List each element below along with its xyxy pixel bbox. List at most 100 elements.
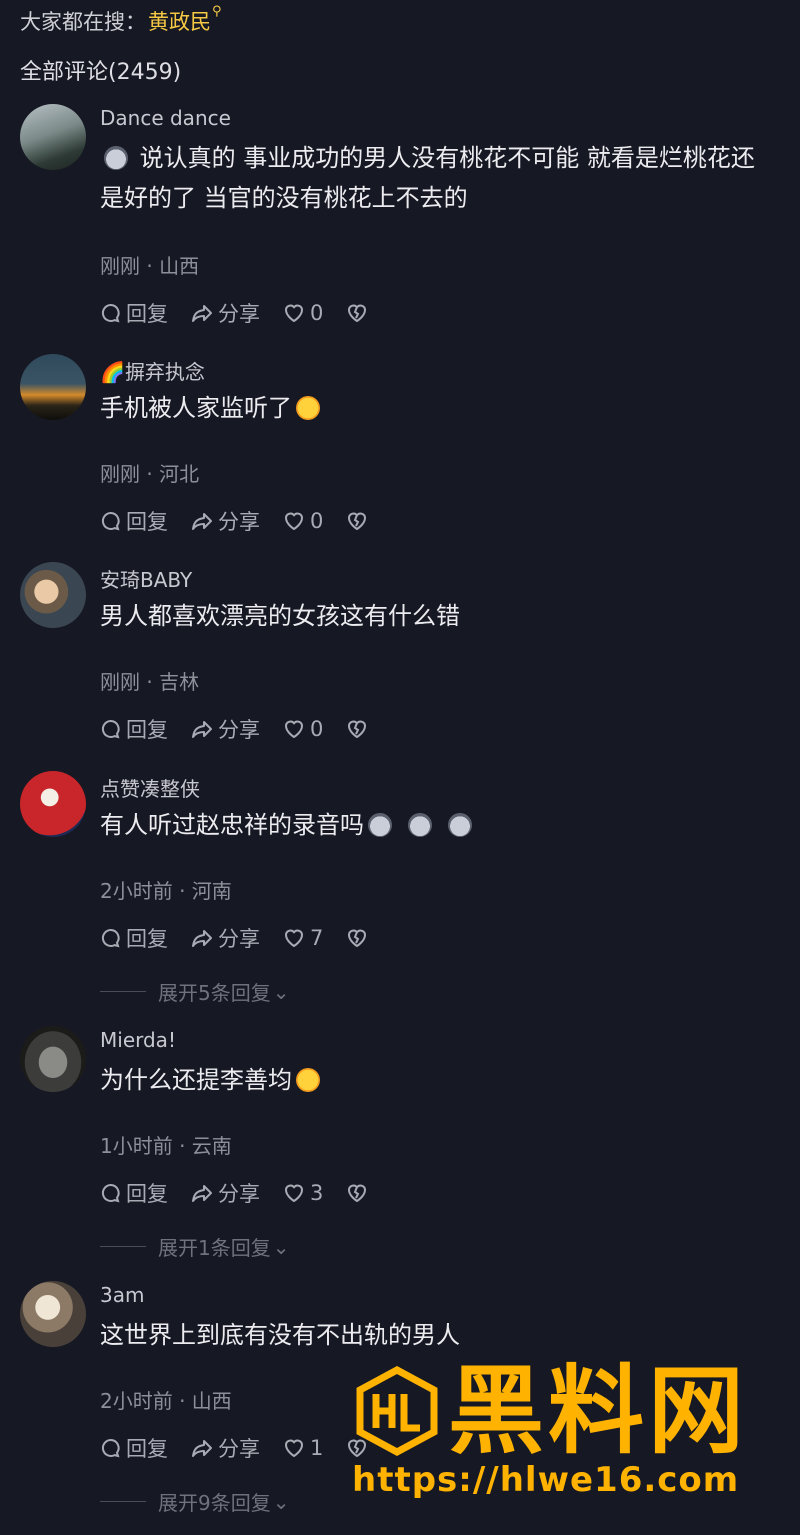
comment-meta: 刚刚 · 河北 [100,462,200,486]
share-button[interactable]: 分享 [190,923,260,953]
dislike-button[interactable] [345,510,373,532]
dislike-button[interactable] [345,927,373,949]
reply-button[interactable]: 回复 [100,298,168,328]
share-icon [192,513,212,530]
comment-text: 这世界上到底有没有不出轨的男人 [100,1321,460,1349]
dislike-button[interactable] [345,1182,373,1204]
comment-meta: 2小时前 · 山西 [100,1389,232,1413]
comment-meta: 1小时前 · 云南 [100,1134,232,1158]
comment-author[interactable]: 安琦BABY [100,564,192,593]
watermark: 黑料网 https://hlwe16.com [352,1355,772,1500]
reply-button[interactable]: 回复 [100,714,168,744]
search-suggestion[interactable]: 大家都在搜： 黄政民 ⚲ [20,3,222,36]
share-icon [192,1185,212,1202]
avatar[interactable] [20,562,86,628]
share-button[interactable]: 分享 [190,1178,260,1208]
heart-icon [284,929,304,948]
cat-emoji-icon [448,813,472,837]
comments-total: 全部评论(2459) [20,60,182,85]
comment-actions: 回复 分享 3 [100,1178,395,1208]
comment-actions: 回复 分享 7 [100,923,395,953]
site-logo-icon [356,1366,438,1456]
search-prefix: 大家都在搜： [20,10,146,34]
laugh-emoji-icon [296,396,320,420]
avatar[interactable] [20,1281,86,1347]
reply-icon [101,719,120,739]
reply-icon [101,1183,120,1203]
comment-meta: 2小时前 · 河南 [100,879,232,903]
reply-icon [101,1438,120,1458]
comment-author[interactable]: Mierda! [100,1028,176,1052]
heart-icon [284,304,304,323]
avatar[interactable] [20,354,86,420]
like-button[interactable]: 0 [282,717,323,741]
like-button[interactable]: 7 [282,926,323,950]
watermark-title: 黑料网 [448,1355,748,1467]
dislike-button[interactable] [345,302,373,324]
cat-emoji-icon [104,146,128,170]
search-keyword[interactable]: 黄政民 [148,6,211,36]
rainbow-icon: 🌈 [100,360,125,384]
cat-emoji-icon [368,813,392,837]
expand-replies-button[interactable]: 展开5条回复 ⌄ [100,977,290,1006]
share-icon [192,1440,212,1457]
reply-button[interactable]: 回复 [100,1178,168,1208]
divider [100,1501,146,1502]
dislike-button[interactable] [345,718,373,740]
divider [100,991,146,992]
expand-replies-button[interactable]: 展开1条回复 ⌄ [100,1232,290,1261]
comment-text: 为什么还提李善均 [100,1060,800,1100]
broken-heart-icon [348,512,367,531]
chevron-down-icon: ⌄ [272,979,290,1004]
comment-actions: 回复 分享 0 [100,714,395,744]
like-button[interactable]: 1 [282,1436,323,1460]
heart-icon [284,1439,304,1458]
broken-heart-icon [348,1184,367,1203]
like-button[interactable]: 0 [282,509,323,533]
chevron-down-icon: ⌄ [272,1234,290,1259]
share-button[interactable]: 分享 [190,1433,260,1463]
reply-button[interactable]: 回复 [100,506,168,536]
comment-text: 手机被人家监听了 [100,388,800,428]
avatar[interactable] [20,104,86,170]
heart-icon [284,720,304,739]
comment-actions: 回复 分享 0 [100,506,395,536]
avatar[interactable] [20,1026,86,1092]
comment-author[interactable]: 🌈摒弃执念 [100,356,205,385]
sweat-smile-emoji-icon [296,1068,320,1092]
comment-author[interactable]: 3am [100,1283,144,1307]
comment-actions: 回复 分享 0 [100,298,395,328]
chevron-down-icon: ⌄ [272,1489,290,1514]
share-icon [192,305,212,322]
like-button[interactable]: 0 [282,301,323,325]
cat-emoji-icon [408,813,432,837]
heart-icon [284,512,304,531]
comment-meta: 刚刚 · 吉林 [100,670,200,694]
like-button[interactable]: 3 [282,1181,323,1205]
reply-button[interactable]: 回复 [100,923,168,953]
comment-text: 有人听过赵忠祥的录音吗 [100,805,800,845]
divider [100,1246,146,1247]
search-icon: ⚲ [212,3,222,19]
comment-meta: 刚刚 · 山西 [100,254,200,278]
reply-icon [101,303,120,323]
share-icon [192,930,212,947]
comment-author[interactable]: Dance dance [100,106,231,130]
share-icon [192,721,212,738]
reply-icon [101,928,120,948]
share-button[interactable]: 分享 [190,298,260,328]
broken-heart-icon [348,929,367,948]
reply-icon [101,511,120,531]
reply-button[interactable]: 回复 [100,1433,168,1463]
comment-text: 男人都喜欢漂亮的女孩这有什么错 [100,602,460,630]
share-button[interactable]: 分享 [190,714,260,744]
comment-text: 说认真的 事业成功的男人没有桃花不可能 就看是烂桃花还 是好的了 当官的没有桃花… [100,144,755,212]
expand-replies-button[interactable]: 展开9条回复 ⌄ [100,1487,290,1516]
avatar[interactable] [20,771,86,837]
watermark-url: https://hlwe16.com [352,1460,740,1500]
comment-author[interactable]: 点赞凑整侠 [100,773,200,802]
broken-heart-icon [348,720,367,739]
heart-icon [284,1184,304,1203]
broken-heart-icon [348,304,367,323]
share-button[interactable]: 分享 [190,506,260,536]
